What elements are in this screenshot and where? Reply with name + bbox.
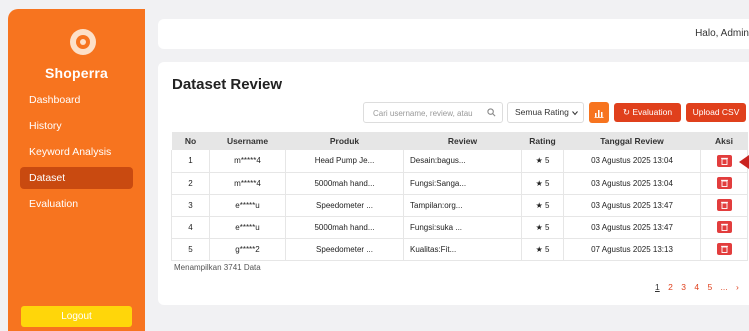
cell-review: Fungsi:suka ... xyxy=(403,216,522,239)
chevron-down-icon xyxy=(572,111,578,116)
delete-button[interactable] xyxy=(716,154,732,167)
table-row: 3 e*****u Speedometer ... Tampilan:org..… xyxy=(171,194,748,217)
cell-no: 5 xyxy=(171,238,210,261)
next-page-button[interactable]: › xyxy=(736,282,739,292)
col-header-no: No xyxy=(171,132,210,150)
cell-username: e*****u xyxy=(209,194,286,217)
trash-icon xyxy=(720,223,728,231)
cell-rating: ★ 5 xyxy=(521,238,564,261)
search-input[interactable] xyxy=(364,104,488,123)
dataset-table: No Username Produk Review Rating Tanggal… xyxy=(171,132,748,261)
pointer-arrow-icon xyxy=(739,155,749,169)
pagination: 1 2 3 4 5 ... › xyxy=(655,282,745,292)
page-link-3[interactable]: 3 xyxy=(681,282,686,292)
cell-produk: Head Pump Je... xyxy=(285,150,404,173)
cell-username: m*****4 xyxy=(209,150,286,173)
refresh-icon: ↻ xyxy=(622,107,631,117)
trash-icon xyxy=(720,157,728,165)
sidebar-item-dashboard[interactable]: Dashboard xyxy=(20,89,133,111)
delete-button[interactable] xyxy=(716,243,732,255)
search-box xyxy=(363,102,503,123)
table-row: 2 m*****4 5000mah hand... Fungsi:Sanga..… xyxy=(171,172,748,195)
cell-username: g*****2 xyxy=(209,238,286,261)
cell-review: Fungsi:Sanga... xyxy=(403,172,522,195)
cell-review: Desain:bagus... xyxy=(403,150,522,173)
upload-csv-button[interactable]: Upload CSV xyxy=(686,103,746,122)
cell-aksi xyxy=(700,216,748,239)
sidebar-item-history[interactable]: History xyxy=(20,115,133,137)
table-row: 1 m*****4 Head Pump Je... Desain:bagus..… xyxy=(171,150,748,173)
table-header-row: No Username Produk Review Rating Tanggal… xyxy=(171,132,748,150)
delete-button[interactable] xyxy=(716,199,732,211)
sidebar: Shoperra Dashboard History Keyword Analy… xyxy=(8,9,145,331)
page-title: Dataset Review xyxy=(172,76,283,93)
cell-aksi xyxy=(700,238,748,261)
cell-username: e*****u xyxy=(209,216,286,239)
table-row: 4 e*****u 5000mah hand... Fungsi:suka ..… xyxy=(171,216,748,239)
cell-no: 2 xyxy=(171,172,210,195)
cell-review: Kualitas:Fit... xyxy=(403,238,522,261)
cell-aksi xyxy=(700,172,748,195)
logo-icon xyxy=(70,29,96,55)
cell-rating: ★ 5 xyxy=(521,150,564,173)
col-header-aksi: Aksi xyxy=(700,132,748,150)
cell-rating: ★ 5 xyxy=(521,216,564,239)
sidebar-item-dataset[interactable]: Dataset xyxy=(20,167,133,189)
sidebar-item-keyword-analysis[interactable]: Keyword Analysis xyxy=(20,141,133,163)
cell-produk: 5000mah hand... xyxy=(285,216,404,239)
cell-review: Tampilan:org... xyxy=(403,194,522,217)
trash-icon xyxy=(720,245,728,253)
sidebar-nav: Dashboard History Keyword Analysis Datas… xyxy=(20,89,133,219)
data-count-text: Menampilkan 3741 Data xyxy=(174,263,261,272)
evaluation-button[interactable]: ↻ Evaluation xyxy=(614,103,681,122)
trash-icon xyxy=(720,179,728,187)
cell-no: 4 xyxy=(171,216,210,239)
greeting-text: Halo, Admin xyxy=(695,28,749,39)
page-link-1[interactable]: 1 xyxy=(655,282,660,292)
cell-tanggal: 03 Agustus 2025 13:04 xyxy=(563,172,701,195)
col-header-produk: Produk xyxy=(285,132,404,150)
pagination-ellipsis: ... xyxy=(720,282,728,292)
col-header-rating: Rating xyxy=(521,132,564,150)
table-row: 5 g*****2 Speedometer ... Kualitas:Fit..… xyxy=(171,238,748,261)
trash-icon xyxy=(720,201,728,209)
cell-tanggal: 03 Agustus 2025 13:04 xyxy=(563,150,701,173)
delete-button[interactable] xyxy=(716,177,732,189)
page-link-4[interactable]: 4 xyxy=(694,282,699,292)
col-header-tanggal: Tanggal Review xyxy=(563,132,701,150)
brand-name: Shoperra xyxy=(44,65,109,81)
col-header-username: Username xyxy=(209,132,286,150)
logout-button[interactable]: Logout xyxy=(21,306,132,327)
cell-tanggal: 07 Agustus 2025 13:13 xyxy=(563,238,701,261)
page-link-5[interactable]: 5 xyxy=(707,282,712,292)
bar-chart-icon xyxy=(594,109,604,118)
cell-tanggal: 03 Agustus 2025 13:47 xyxy=(563,216,701,239)
search-icon xyxy=(487,108,496,117)
cell-produk: Speedometer ... xyxy=(285,238,404,261)
chart-button[interactable] xyxy=(589,102,609,123)
cell-rating: ★ 5 xyxy=(521,172,564,195)
cell-username: m*****4 xyxy=(209,172,286,195)
rating-filter-value: Semua Rating xyxy=(515,107,569,117)
cell-produk: Speedometer ... xyxy=(285,194,404,217)
page-link-2[interactable]: 2 xyxy=(668,282,673,292)
rating-filter-select[interactable]: Semua Rating xyxy=(507,102,584,123)
sidebar-item-evaluation[interactable]: Evaluation xyxy=(20,193,133,215)
topbar: Halo, Admin xyxy=(158,19,749,49)
evaluation-button-label: Evaluation xyxy=(632,107,673,117)
cell-aksi xyxy=(700,194,748,217)
cell-rating: ★ 5 xyxy=(521,194,564,217)
cell-no: 3 xyxy=(171,194,210,217)
delete-button[interactable] xyxy=(716,221,732,233)
col-header-review: Review xyxy=(403,132,522,150)
dataset-card: Dataset Review Semua Rating ↻ Evaluation… xyxy=(158,62,749,305)
cell-tanggal: 03 Agustus 2025 13:47 xyxy=(563,194,701,217)
cell-produk: 5000mah hand... xyxy=(285,172,404,195)
cell-no: 1 xyxy=(171,150,210,173)
